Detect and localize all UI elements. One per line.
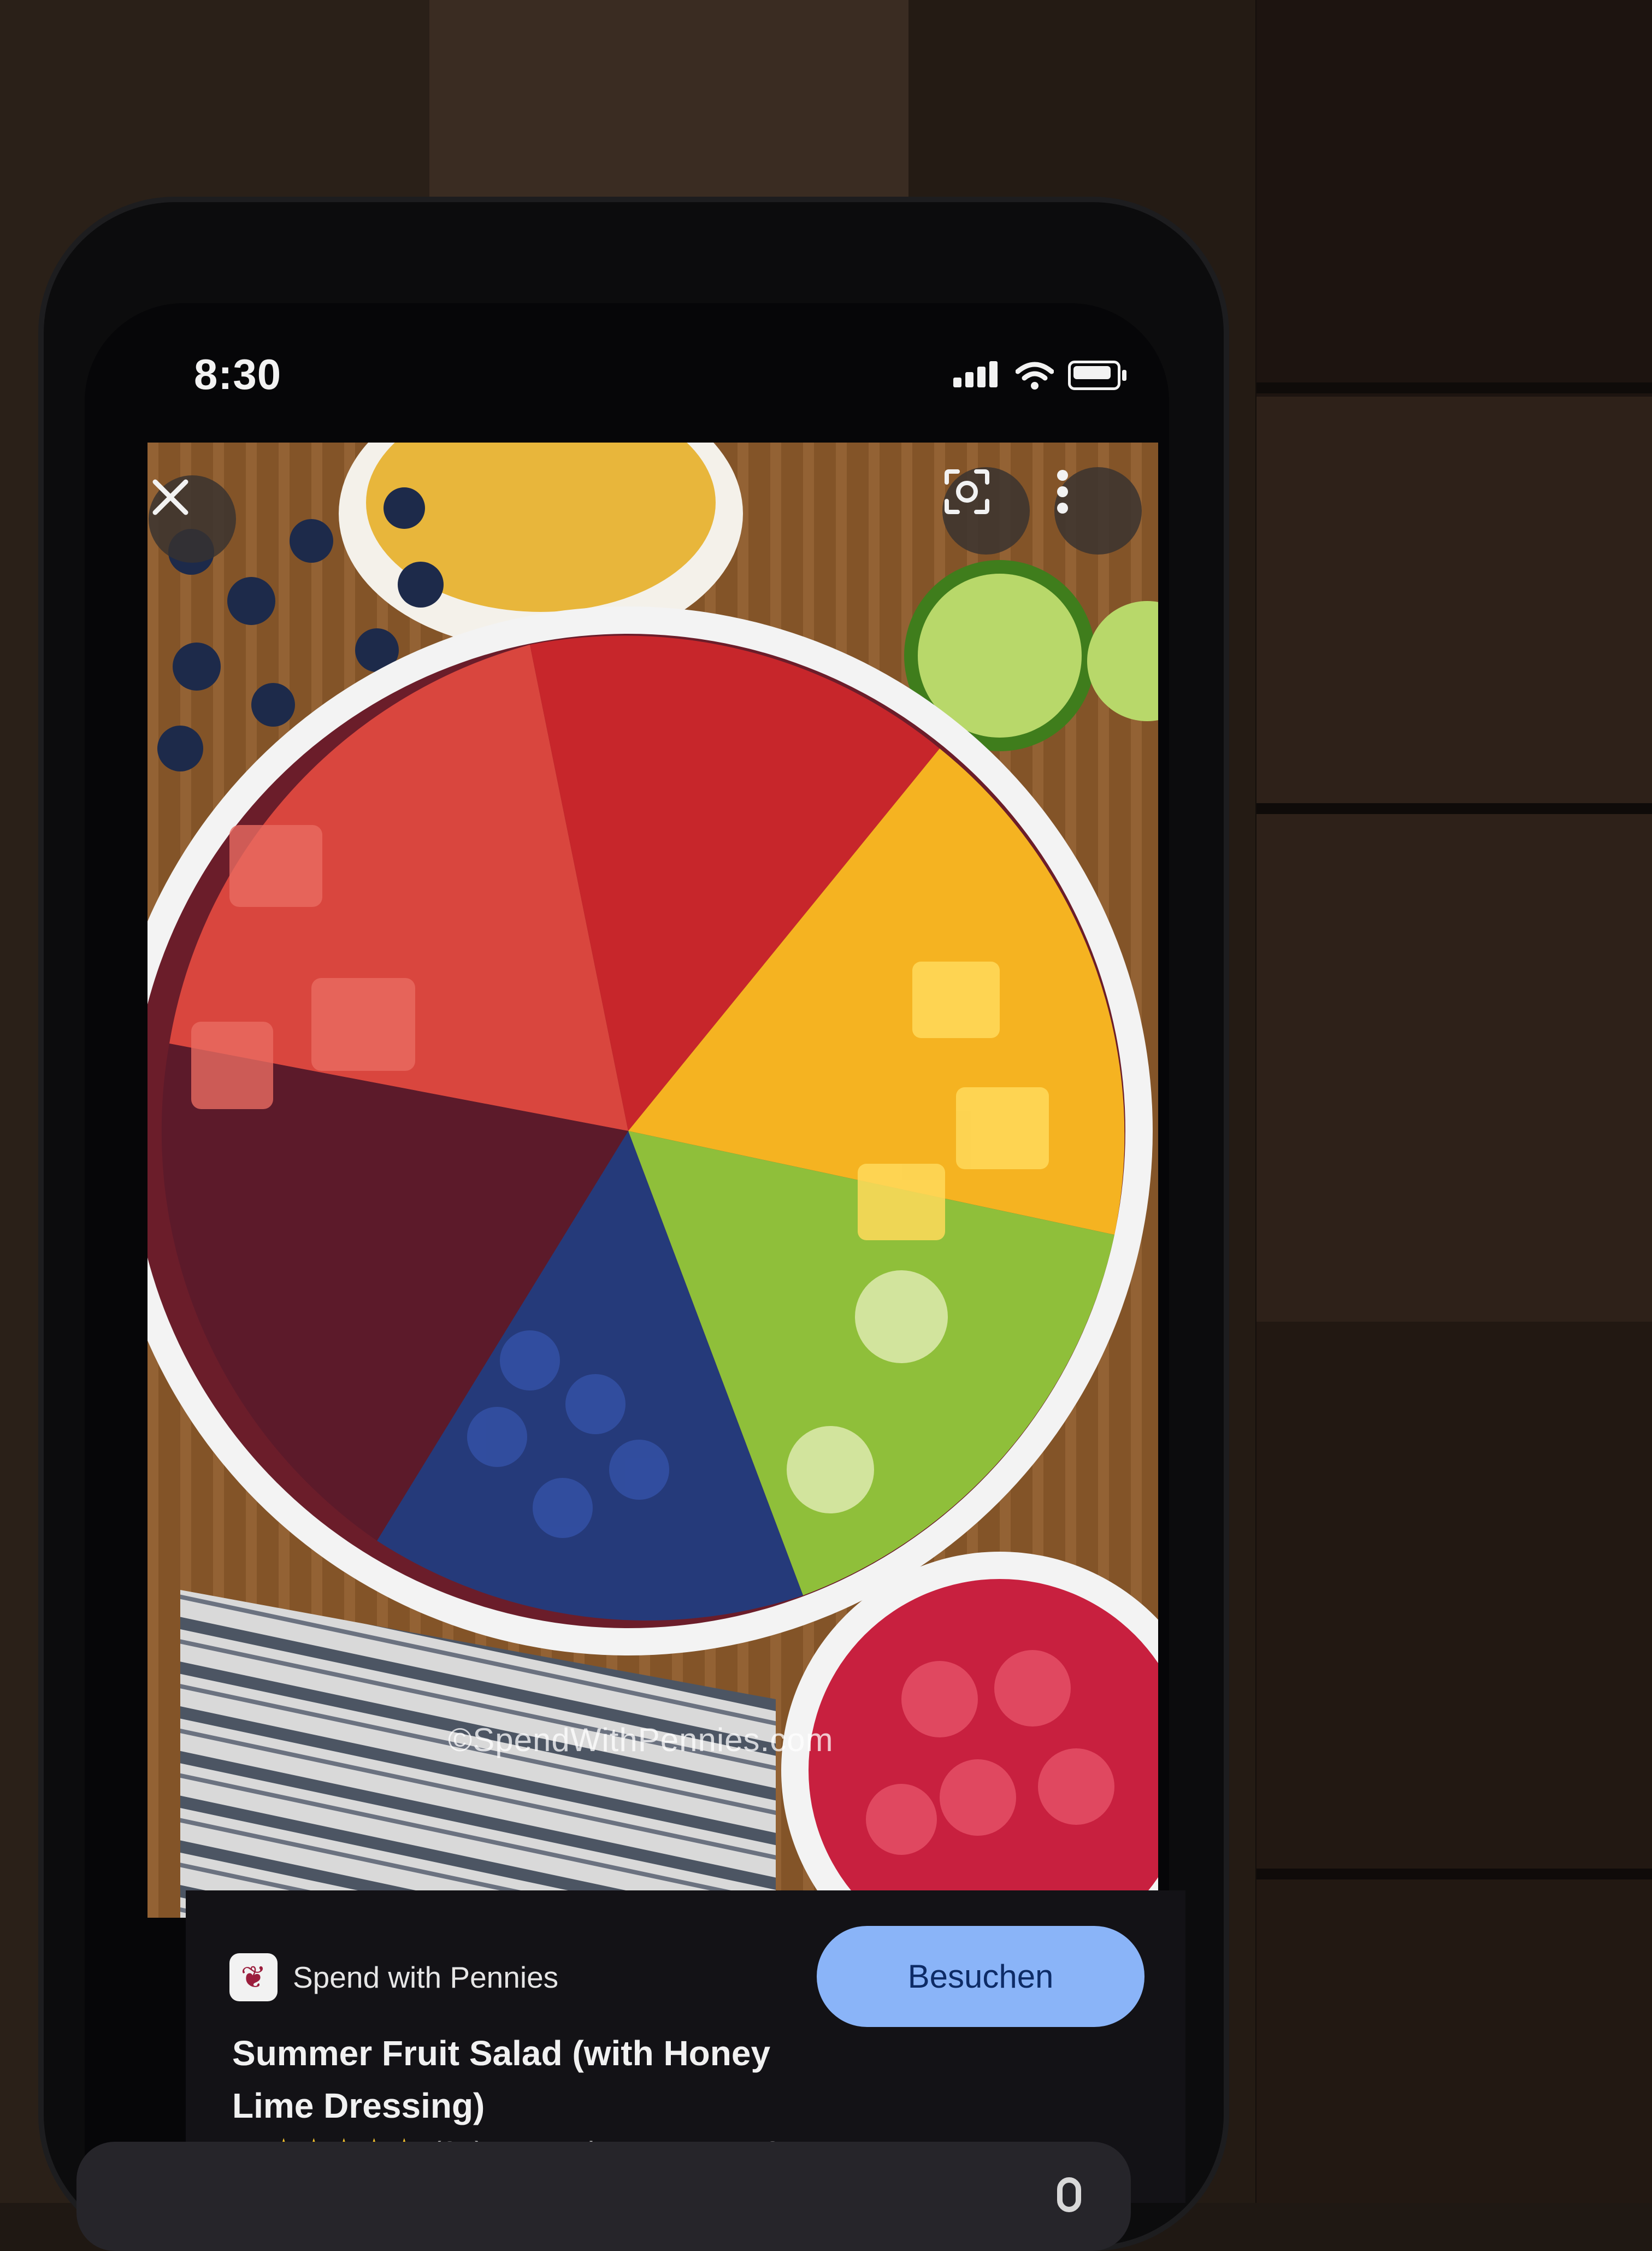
wood-seam	[1256, 803, 1652, 814]
status-icons	[953, 361, 1126, 390]
visit-button[interactable]: Besuchen	[817, 1926, 1144, 2027]
more-vert-icon	[1057, 470, 1068, 514]
source-logo-icon: ❦	[229, 1953, 278, 2001]
microphone-icon[interactable]	[1057, 2177, 1081, 2212]
battery-icon	[1068, 361, 1126, 390]
source-name: Spend with Pennies	[293, 1960, 559, 1994]
fruit-salad-illustration	[148, 443, 1158, 1918]
google-lens-icon	[945, 469, 989, 514]
more-options-button[interactable]	[1054, 467, 1142, 555]
search-bar[interactable]	[76, 2142, 1131, 2251]
close-button[interactable]	[149, 475, 236, 563]
close-icon	[152, 479, 188, 515]
google-lens-button[interactable]	[942, 467, 1030, 555]
source-row[interactable]: ❦ Spend with Pennies	[229, 1953, 558, 2001]
wood-seam	[1256, 382, 1652, 393]
fruit-salad-image[interactable]: ©SpendWithPennies.com	[148, 443, 1158, 1918]
status-time: 8:30	[194, 350, 282, 398]
wifi-icon	[1016, 362, 1054, 390]
result-title[interactable]: Summer Fruit Salad (with Honey Lime Dres…	[232, 2027, 833, 2132]
wood-seam	[1256, 1869, 1652, 1879]
image-watermark: ©SpendWithPennies.com	[448, 1722, 834, 1758]
cellular-signal-icon	[953, 361, 1001, 390]
